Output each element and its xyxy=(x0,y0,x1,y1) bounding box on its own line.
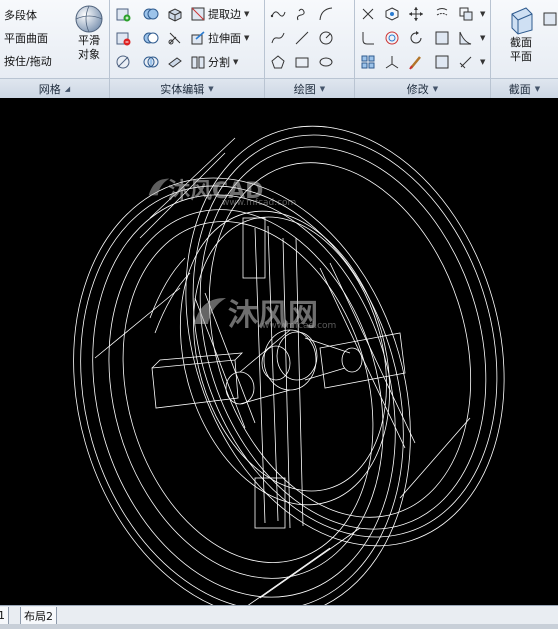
chevron-down-icon: ▼ xyxy=(319,84,326,93)
chevron-down-icon: ▼ xyxy=(233,58,239,66)
extract-edges-label: 提取边 xyxy=(208,8,241,21)
circle-icon[interactable] xyxy=(317,29,335,47)
presspull-command[interactable]: 按住/拖动 xyxy=(4,52,52,70)
move-icon[interactable] xyxy=(407,5,425,23)
draw-panel-title[interactable]: 绘图 ▼ xyxy=(265,78,354,98)
chevron-down-icon[interactable]: ▼ xyxy=(480,10,485,18)
line-icon[interactable] xyxy=(293,29,311,47)
section-plane-label-2: 平面 xyxy=(510,50,532,63)
mesh-panel-title[interactable]: 网格 ◢ xyxy=(0,78,109,98)
section-plane-icon xyxy=(511,7,533,35)
planar-surface-command[interactable]: 平面曲面 xyxy=(4,29,48,47)
interfere-icon[interactable] xyxy=(166,5,184,23)
edit-icon[interactable] xyxy=(433,53,451,71)
modify-panel-title[interactable]: 修改 ▼ xyxy=(355,78,490,98)
section-panel-title[interactable]: 截面 ▼ xyxy=(491,78,558,98)
tab-layout2-label: 布局2 xyxy=(24,609,53,623)
stretch-icon[interactable] xyxy=(433,29,451,47)
spline-icon[interactable] xyxy=(269,29,287,47)
chevron-down-icon: ▼ xyxy=(208,84,214,93)
watermark-main-url: www.mfcad.com xyxy=(262,321,337,331)
separate-icon xyxy=(191,56,205,69)
separate-label: 分割 xyxy=(208,56,230,69)
panel-expand-icon: ◢ xyxy=(64,84,71,93)
subtract-icon[interactable] xyxy=(142,29,160,47)
planar-surface-label: 平面曲面 xyxy=(4,32,48,45)
extract-edges-command[interactable]: 提取边 ▼ xyxy=(190,5,249,23)
array-icon[interactable] xyxy=(359,53,377,71)
polysolid-label: 多段体 xyxy=(4,9,37,22)
smooth-object-label-2: 对象 xyxy=(78,48,100,61)
tab-layout2[interactable]: 布局2 xyxy=(20,607,57,625)
section-extra-icon[interactable] xyxy=(541,10,558,28)
3d-align-icon[interactable] xyxy=(383,53,401,71)
section-panel: 截面 平面 截面 ▼ xyxy=(491,0,558,98)
polygon-icon[interactable] xyxy=(269,53,287,71)
smooth-object-button[interactable]: 平滑 对象 xyxy=(70,4,108,62)
3d-rotate-icon[interactable] xyxy=(383,29,401,47)
chevron-down-icon: ▼ xyxy=(244,10,250,18)
watermark-logo-icon xyxy=(194,298,226,324)
wheel-wireframe-model xyxy=(73,125,505,605)
draw-panel: 绘图 ▼ xyxy=(265,0,355,98)
solid-edit-panel-title[interactable]: 实体编辑 ▼ xyxy=(110,78,264,98)
chevron-down-icon[interactable]: ▼ xyxy=(480,58,485,66)
3d-move-icon[interactable] xyxy=(383,5,401,23)
polyline-icon[interactable] xyxy=(269,5,287,23)
presspull-label: 按住/拖动 xyxy=(4,55,52,68)
rotate-icon[interactable] xyxy=(407,29,425,47)
match-properties-icon[interactable] xyxy=(407,53,425,71)
draw-panel-title-text: 绘图 xyxy=(293,82,316,96)
union-icon[interactable] xyxy=(142,5,160,23)
extrude-faces-label: 拉伸面 xyxy=(208,32,241,45)
section-plane-label-1: 截面 xyxy=(510,36,532,49)
intersect-icon[interactable] xyxy=(142,53,160,71)
extrude-faces-icon xyxy=(191,31,205,45)
solid-edit-panel-title-text: 实体编辑 xyxy=(160,82,205,96)
mesh-convert-icon[interactable] xyxy=(114,53,132,71)
tab-layout1[interactable]: 1 xyxy=(0,607,9,625)
chevron-down-icon: ▼ xyxy=(244,34,250,42)
fillet-icon[interactable] xyxy=(359,29,377,47)
chevron-down-icon[interactable]: ▼ xyxy=(480,34,485,42)
copy-icon[interactable] xyxy=(457,5,475,23)
chevron-down-icon: ▼ xyxy=(534,84,541,93)
mesh-panel-title-text: 网格 xyxy=(38,82,61,96)
tab-layout1-label: 1 xyxy=(0,609,5,622)
mesh-panel: 多段体 平面曲面 按住/拖动 平滑 对象 网格 ◢ xyxy=(0,0,110,98)
modify-panel: ▼ ▼ ▼ 修改 ▼ xyxy=(355,0,491,98)
extract-edges-icon xyxy=(191,7,205,21)
arc-icon[interactable] xyxy=(317,5,335,23)
extrude-faces-command[interactable]: 拉伸面 ▼ xyxy=(190,29,249,47)
thicken-icon[interactable] xyxy=(166,53,184,71)
slice-icon[interactable] xyxy=(166,29,184,47)
rectangle-icon[interactable] xyxy=(293,53,311,71)
modify-panel-title-text: 修改 xyxy=(406,82,429,96)
horizontal-scrollbar[interactable] xyxy=(0,624,558,629)
section-plane-button[interactable]: 截面 平面 xyxy=(501,6,541,64)
smooth-object-icon xyxy=(75,5,103,33)
watermark-logo-small-icon xyxy=(148,178,170,196)
ribbon: 多段体 平面曲面 按住/拖动 平滑 对象 网格 ◢ 提取边 ▼ 拉伸面 ▼ 分割 ▼ 实… xyxy=(0,0,558,98)
drawing-viewport[interactable]: 沐风CAD www.mfcad.com 沐风网 www.mfcad.com xyxy=(0,98,558,605)
smooth-object-label-1: 平滑 xyxy=(78,34,100,47)
separate-command[interactable]: 分割 ▼ xyxy=(190,53,238,71)
mirror-icon[interactable] xyxy=(457,29,475,47)
ellipse-icon[interactable] xyxy=(317,53,335,71)
solid-edit-panel: 提取边 ▼ 拉伸面 ▼ 分割 ▼ 实体编辑 ▼ xyxy=(110,0,265,98)
erase-icon[interactable] xyxy=(457,53,475,71)
mesh-refine-icon[interactable] xyxy=(114,5,132,23)
helix-icon[interactable] xyxy=(293,5,311,23)
section-panel-title-text: 截面 xyxy=(508,82,531,96)
layout-tab-bar: 1 布局2 xyxy=(0,605,558,629)
scale-icon[interactable] xyxy=(359,5,377,23)
mesh-crease-icon[interactable] xyxy=(114,29,132,47)
watermark-top-url: www.mfcad.com xyxy=(222,198,297,208)
polysolid-command[interactable]: 多段体 xyxy=(4,6,37,24)
offset-icon[interactable] xyxy=(433,5,451,23)
chevron-down-icon: ▼ xyxy=(432,84,439,93)
